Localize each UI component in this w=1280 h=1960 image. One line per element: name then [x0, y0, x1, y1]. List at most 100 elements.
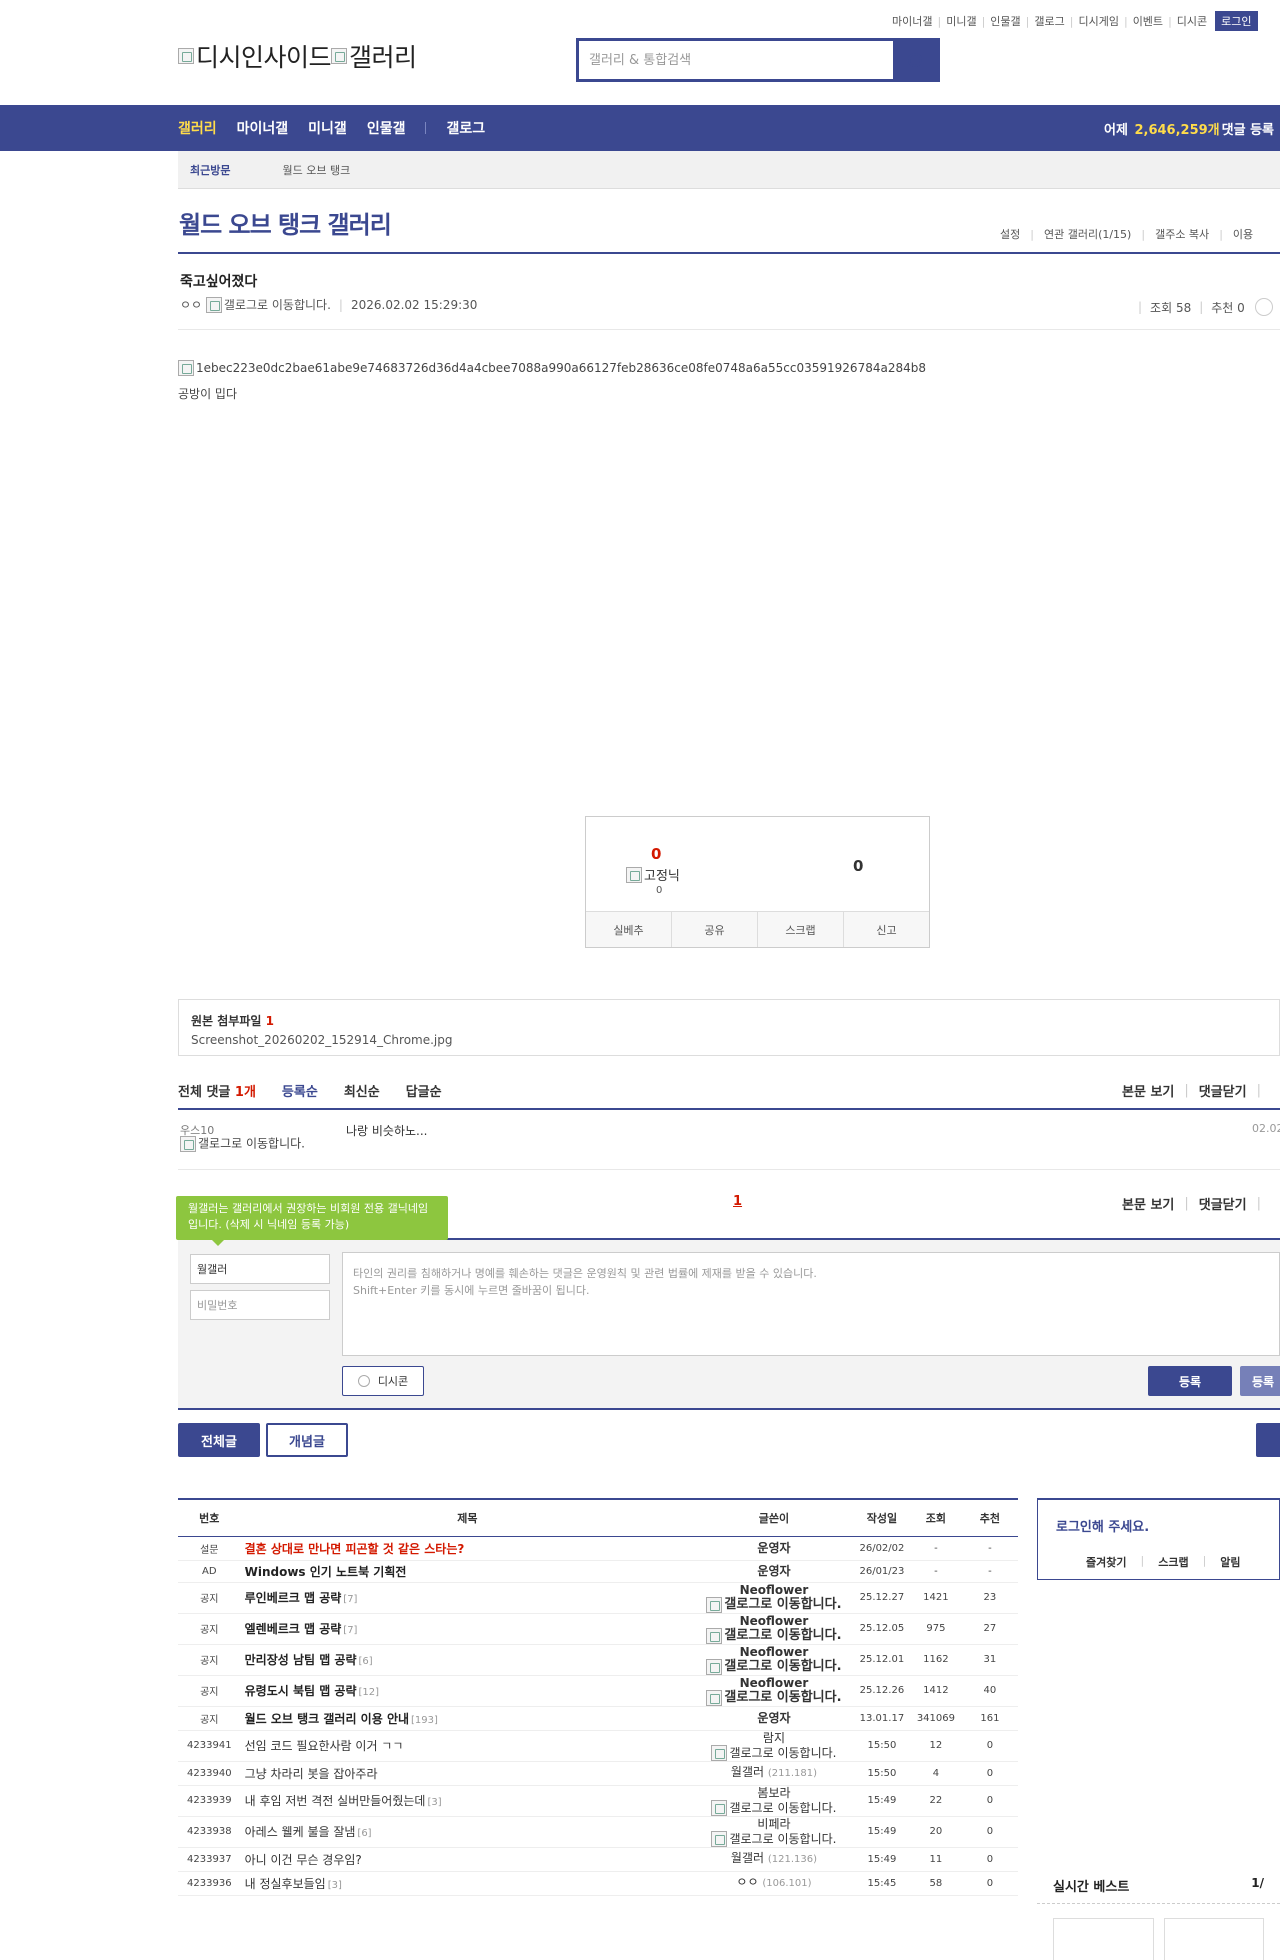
- table-row[interactable]: 설문 결혼 상대로 만나면 피곤할 것 같은 스타는? 운영자 26/02/02- -: [178, 1536, 1018, 1561]
- writer-nick[interactable]: Neoflower: [694, 1583, 854, 1597]
- post-title-cell[interactable]: 내 후임 저번 격전 실버만들어줬는데 [3]: [240, 1785, 695, 1817]
- reply-count[interactable]: [6]: [359, 1656, 373, 1667]
- comment-page-1[interactable]: 1: [733, 1194, 742, 1209]
- post-title-link[interactable]: 루인베르크 맵 공략: [245, 1591, 342, 1605]
- reply-count[interactable]: [3]: [328, 1880, 342, 1891]
- post-title-link[interactable]: 엘렌베르크 맵 공략: [245, 1622, 342, 1636]
- more-options-icon[interactable]: [1254, 298, 1273, 316]
- table-row[interactable]: 4233938 아레스 웰케 불을 잘냄 [6] 비페라 갤로그로 이동합니다. 15:4…: [178, 1816, 1018, 1848]
- sort-tab-registered[interactable]: 등록순: [282, 1081, 318, 1100]
- reply-count[interactable]: [193]: [411, 1715, 438, 1726]
- post-title-cell[interactable]: 루인베르크 맵 공략 [7]: [240, 1582, 695, 1614]
- post-title-link[interactable]: 결혼 상대로 만나면 피곤할 것 같은 스타는?: [245, 1542, 465, 1556]
- comment-gallog-link[interactable]: 갤로그로 이동합니다.: [180, 1136, 310, 1152]
- post-title-link[interactable]: 유령도시 북팀 맵 공략: [245, 1684, 357, 1698]
- top-link-minor[interactable]: 마이너갤: [892, 13, 932, 29]
- sort-tab-latest[interactable]: 최신순: [344, 1081, 380, 1100]
- gallog-icon[interactable]: [205, 296, 222, 313]
- post-title-cell[interactable]: 선임 코드 필요한사람 이거 ㄱㄱ: [240, 1730, 695, 1762]
- post-title-cell[interactable]: 결혼 상대로 만나면 피곤할 것 같은 스타는?: [240, 1536, 695, 1561]
- login-button[interactable]: 로그인: [1215, 11, 1258, 31]
- recommend-up-count[interactable]: 0: [651, 845, 661, 863]
- writer-gallog-link[interactable]: 갤로그로 이동합니다.: [694, 1744, 854, 1761]
- notification-link[interactable]: 알림: [1220, 1554, 1240, 1570]
- writer-nick[interactable]: 운영자: [757, 1564, 790, 1578]
- favorites-link[interactable]: 즐겨찾기: [1086, 1554, 1126, 1570]
- table-row[interactable]: 공지 만리장성 남팀 맵 공략 [6] Neoflower 갤로그로 이동합니다. 25.…: [178, 1644, 1018, 1676]
- close-comments-link[interactable]: 댓글닫기: [1199, 1081, 1247, 1100]
- write-post-button[interactable]: [1256, 1423, 1280, 1457]
- nav-item-gallog[interactable]: 갤로그: [446, 118, 485, 138]
- post-title-cell[interactable]: 아니 이건 무슨 경우임?: [240, 1847, 695, 1872]
- best-thumbnail[interactable]: [1053, 1918, 1154, 1960]
- top-link-event[interactable]: 이벤트: [1133, 13, 1163, 29]
- view-body-link[interactable]: 본문 보기: [1122, 1194, 1174, 1213]
- writer-gallog-link[interactable]: 갤로그로 이동합니다.: [694, 1689, 854, 1706]
- table-row[interactable]: 4233937 아니 이건 무슨 경우임? 월갤러 (121.136) 15:49 11…: [178, 1847, 1018, 1872]
- comment-textarea[interactable]: 타인의 권리를 침해하거나 명예를 훼손하는 댓글은 운영원칙 및 관련 법률에…: [342, 1252, 1280, 1356]
- post-title-link[interactable]: 아레스 웰케 불을 잘냄: [245, 1825, 356, 1839]
- writer-gallog-link[interactable]: 갤로그로 이동합니다.: [694, 1799, 854, 1816]
- attachment-file-link[interactable]: Screenshot_20260202_152914_Chrome.jpg: [191, 1033, 1267, 1047]
- writer-gallog-link[interactable]: 갤로그로 이동합니다.: [694, 1596, 854, 1613]
- table-row[interactable]: 4233936 내 정실후보들임 [3] ㅇㅇ (106.101) 15:45 58 0: [178, 1871, 1018, 1896]
- top-link-mini[interactable]: 미니갤: [946, 13, 976, 29]
- table-row[interactable]: 공지 루인베르크 맵 공략 [7] Neoflower 갤로그로 이동합니다. 25.12…: [178, 1582, 1018, 1614]
- table-row[interactable]: 4233941 선임 코드 필요한사람 이거 ㄱㄱ 람지 갤로그로 이동합니다. 15:…: [178, 1730, 1018, 1762]
- post-image[interactable]: 1ebec223e0dc2bae61abe9e74683726d36d4a4cb…: [178, 360, 926, 376]
- writer-nick[interactable]: 비페라: [694, 1817, 854, 1831]
- nav-item-gallery[interactable]: 갤러리: [178, 118, 217, 138]
- comment-submit-button[interactable]: 등록: [1148, 1366, 1232, 1396]
- best-thumbnail[interactable]: [1163, 1918, 1264, 1960]
- post-title-cell[interactable]: 엘렌베르크 맵 공략 [7]: [240, 1613, 695, 1645]
- copy-gallery-url-link[interactable]: 갤주소 복사: [1155, 226, 1209, 242]
- recent-visit-item[interactable]: 월드 오브 탱크: [282, 162, 350, 178]
- writer-nick[interactable]: Neoflower: [694, 1614, 854, 1628]
- writer-nick[interactable]: 월갤러: [731, 1765, 764, 1779]
- post-title-cell[interactable]: 그냥 차라리 봇을 잡아주라: [240, 1761, 695, 1786]
- gallery-settings-link[interactable]: 설정: [1000, 226, 1020, 242]
- post-title-link[interactable]: 아니 이건 무슨 경우임?: [245, 1853, 362, 1867]
- recommend-down-count[interactable]: 0: [853, 857, 863, 875]
- scrap-link[interactable]: 스크랩: [1158, 1554, 1188, 1570]
- post-author[interactable]: ㅇㅇ: [180, 296, 202, 313]
- post-title-link[interactable]: 내 정실후보들임: [245, 1877, 326, 1891]
- writer-nick[interactable]: 운영자: [757, 1711, 790, 1725]
- writer-nick[interactable]: 운영자: [757, 1541, 790, 1555]
- report-button[interactable]: 신고: [844, 912, 929, 947]
- post-title-cell[interactable]: 만리장성 남팀 맵 공략 [6]: [240, 1644, 695, 1676]
- post-title-cell[interactable]: 내 정실후보들임 [3]: [240, 1871, 695, 1896]
- table-row[interactable]: 공지 월드 오브 탱크 갤러리 이용 안내 [193] 운영자 13.01.17 3410…: [178, 1706, 1018, 1731]
- nav-item-mini[interactable]: 미니갤: [308, 118, 347, 138]
- post-title-link[interactable]: 내 후임 저번 격전 실버만들어줬는데: [245, 1794, 426, 1808]
- login-prompt[interactable]: 로그인해 주세요.: [1056, 1516, 1149, 1535]
- tab-concept-posts[interactable]: 개념글: [266, 1423, 348, 1457]
- sort-tab-reply[interactable]: 답글순: [406, 1081, 442, 1100]
- table-row[interactable]: 4233940 그냥 차라리 봇을 잡아주라 월갤러 (211.181) 15:50 4…: [178, 1761, 1018, 1786]
- top-link-dcgame[interactable]: 디시게임: [1078, 13, 1118, 29]
- gallery-title[interactable]: 월드 오브 탱크 갤러리: [179, 205, 392, 240]
- close-comments-link[interactable]: 댓글닫기: [1199, 1194, 1247, 1213]
- nickname-input[interactable]: [190, 1254, 330, 1284]
- post-title-cell[interactable]: 아레스 웰케 불을 잘냄 [6]: [240, 1816, 695, 1848]
- post-title-link[interactable]: 그냥 차라리 봇을 잡아주라: [245, 1767, 378, 1781]
- reply-count[interactable]: [7]: [343, 1594, 357, 1605]
- search-button[interactable]: [893, 41, 937, 79]
- table-row[interactable]: 공지 엘렌베르크 맵 공략 [7] Neoflower 갤로그로 이동합니다. 25.12…: [178, 1613, 1018, 1645]
- writer-gallog-link[interactable]: 갤로그로 이동합니다.: [694, 1627, 854, 1644]
- post-title-link[interactable]: 월드 오브 탱크 갤러리 이용 안내: [245, 1712, 409, 1726]
- top-link-dccon[interactable]: 디시콘: [1177, 13, 1207, 29]
- best-recommend-button[interactable]: 실베추: [586, 912, 672, 947]
- writer-nick[interactable]: 람지: [694, 1731, 854, 1745]
- search-input[interactable]: [579, 41, 893, 79]
- post-title-link[interactable]: 만리장성 남팀 맵 공략: [245, 1653, 357, 1667]
- site-logo[interactable]: 디시인사이드 갤러리: [178, 38, 417, 74]
- writer-nick[interactable]: Neoflower: [694, 1645, 854, 1659]
- scrap-button[interactable]: 스크랩: [758, 912, 844, 947]
- writer-nick[interactable]: Neoflower: [694, 1676, 854, 1690]
- top-link-person[interactable]: 인물갤: [990, 13, 1020, 29]
- top-link-gallog[interactable]: 갤로그: [1034, 13, 1064, 29]
- post-title-cell[interactable]: 유령도시 북팀 맵 공략 [12]: [240, 1675, 695, 1707]
- post-title-link[interactable]: Windows 인기 노트북 기획전: [245, 1565, 407, 1579]
- post-title-cell[interactable]: Windows 인기 노트북 기획전: [240, 1560, 695, 1583]
